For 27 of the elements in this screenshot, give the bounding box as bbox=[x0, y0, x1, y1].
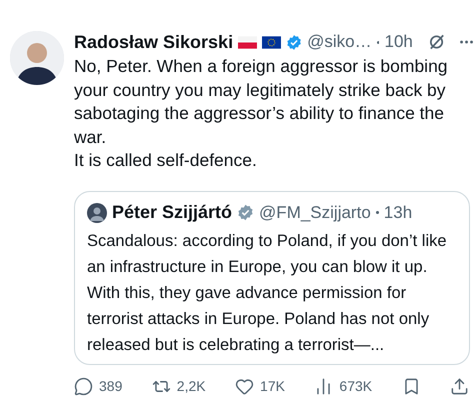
separator-dot-icon bbox=[376, 211, 379, 214]
flag-icon bbox=[238, 36, 258, 48]
flag-icon bbox=[262, 36, 282, 48]
heart-icon bbox=[235, 376, 254, 396]
author-name[interactable]: Radosław Sikorski bbox=[74, 32, 234, 52]
author-handle[interactable]: @siko… bbox=[307, 32, 372, 52]
post-text: No, Peter. When a foreign aggressor is bombing your country you may legitimately strike back by sabotaging the aggressor’s ability to finance the war. bbox=[74, 55, 449, 148]
quoted-post[interactable] bbox=[74, 190, 470, 364]
repost-button[interactable]: 2,2K bbox=[152, 376, 206, 396]
quoted-post-text: Scandalous: according to Poland, if you don’t like an infrastructure in Europe, you can blow it up. With this, they gave advance permission for terrorist attacks in Europe. Poland has not only released but is celebrating a terrorist—... bbox=[87, 230, 448, 356]
reply-icon bbox=[74, 376, 93, 396]
post-text: It is called self-defence. bbox=[74, 149, 258, 172]
verified-badge-icon bbox=[237, 204, 254, 221]
reply-button[interactable]: 389 bbox=[74, 376, 122, 396]
share-icon bbox=[450, 376, 469, 396]
slashed-circle-icon[interactable] bbox=[428, 33, 445, 51]
avatar bbox=[87, 202, 107, 222]
avatar bbox=[10, 31, 64, 85]
separator-dot-icon bbox=[376, 40, 380, 44]
post-time[interactable]: 10h bbox=[384, 32, 413, 52]
quoted-post-time: 13h bbox=[384, 202, 412, 222]
quoted-author-handle: @FM_Szijjarto bbox=[259, 202, 371, 222]
quoted-author-name: Péter Szijjártó bbox=[112, 202, 232, 223]
views-button[interactable]: 673K bbox=[314, 376, 372, 396]
verified-badge-icon bbox=[286, 34, 302, 50]
share-button[interactable] bbox=[450, 376, 469, 396]
like-button[interactable]: 17K bbox=[235, 376, 285, 396]
